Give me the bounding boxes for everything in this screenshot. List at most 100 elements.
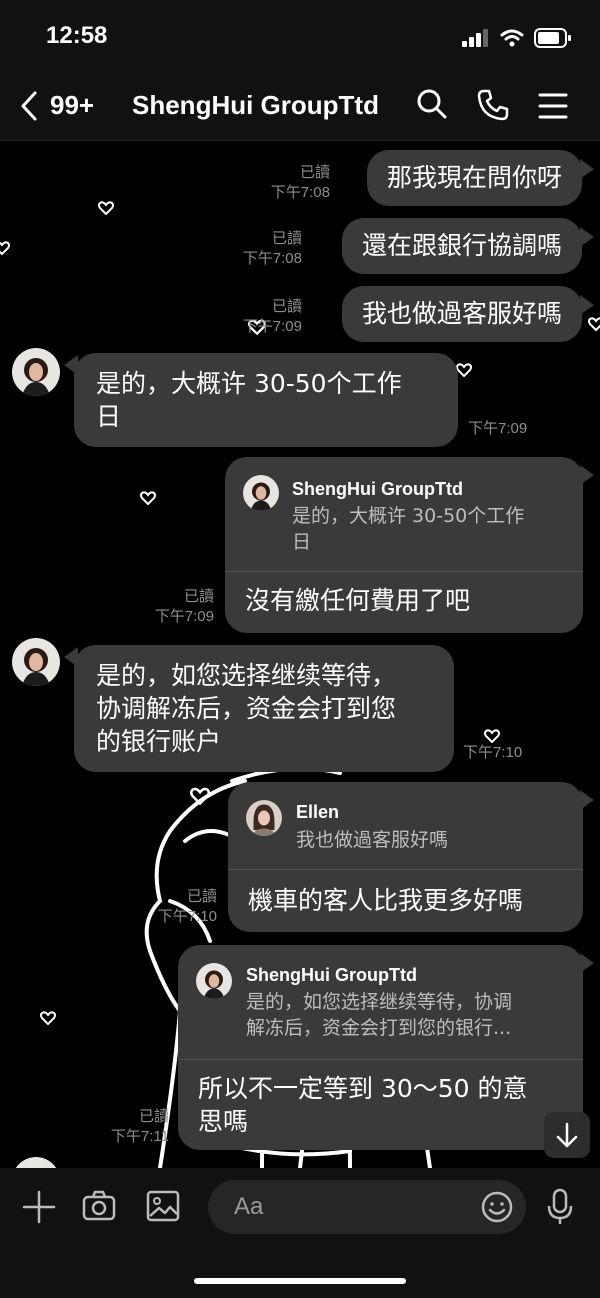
message-time: 下午7:11: [110, 1128, 169, 1145]
read-receipt: 已讀: [183, 588, 214, 605]
quoted-avatar: [196, 963, 232, 999]
message-text: 的银行账户: [96, 727, 222, 756]
reply-message-bubble[interactable]: ShengHui GroupTtd 是的，大概许 30-50个工作 日 沒有繳任…: [225, 457, 583, 633]
arrow-down-icon: [556, 1122, 578, 1148]
bubble-tail: [580, 465, 594, 485]
avatar[interactable]: [12, 638, 60, 686]
phone-icon[interactable]: [476, 88, 510, 122]
quoted-message[interactable]: ShengHui GroupTtd 是的，大概许 30-50个工作 日: [225, 457, 583, 572]
incoming-message-bubble[interactable]: 是的，大概许 30-50个工作 日: [74, 353, 458, 447]
message-meta: 已讀 下午7:08: [271, 163, 330, 203]
status-time: 12:58: [46, 22, 108, 49]
chat-title: ShengHui GroupTtd: [132, 90, 379, 120]
bubble-tail: [580, 159, 594, 179]
search-icon[interactable]: [416, 88, 448, 120]
message-time: 下午7:09: [242, 318, 302, 335]
heart-icon: [588, 317, 600, 331]
chat-area[interactable]: 已讀 下午7:08 那我現在問你呀 已讀 下午7:08 還在跟銀行協調嗎 已讀 …: [0, 141, 600, 1168]
read-receipt: 已讀: [186, 888, 217, 905]
plus-icon[interactable]: [22, 1190, 56, 1224]
read-receipt: 已讀: [271, 230, 302, 247]
message-meta: 已讀 下午7:09: [155, 587, 214, 627]
quoted-avatar: [246, 800, 282, 836]
read-receipt: 已讀: [271, 298, 302, 315]
wifi-icon: [500, 29, 524, 47]
message-time: 下午7:10: [157, 908, 217, 925]
scroll-to-bottom-button[interactable]: [544, 1112, 590, 1158]
message-text: 是的，大概许 30-50个工作: [96, 369, 402, 398]
status-icons: [462, 28, 572, 48]
home-indicator[interactable]: [194, 1278, 406, 1284]
chevron-left-icon: [21, 91, 37, 120]
bubble-tail: [580, 227, 594, 247]
message-input-field[interactable]: [208, 1180, 526, 1234]
quoted-message[interactable]: Ellen 我也做過客服好嗎: [228, 782, 583, 870]
message-meta: 已讀 下午7:08: [243, 229, 302, 269]
quoted-avatar: [243, 475, 279, 511]
message-text: 那我現在問你呀: [386, 163, 562, 192]
message-text: 日: [96, 402, 122, 431]
message-text: 协调解冻后，资金会打到您: [96, 694, 397, 723]
quoted-text: 是的，大概许 30-50个工作 日: [292, 503, 524, 555]
reply-message-bubble[interactable]: ShengHui GroupTtd 是的，如您选择继续等待，协调 解冻后，资金会…: [178, 945, 583, 1150]
message-text: 所以不一定等到 30～50 的意 思嗎: [178, 1060, 583, 1138]
heart-icon: [456, 363, 472, 377]
heart-icon: [40, 1011, 56, 1025]
reply-message-bubble[interactable]: Ellen 我也做過客服好嗎 機車的客人比我更多好嗎: [228, 782, 583, 932]
emoji-icon[interactable]: [480, 1190, 514, 1224]
message-input[interactable]: [232, 1192, 456, 1222]
heart-icon: [190, 787, 210, 805]
quoted-text: 我也做過客服好嗎: [296, 829, 449, 851]
quoted-sender-name: ShengHui GroupTtd: [292, 479, 463, 499]
message-text-line: 思嗎: [198, 1107, 249, 1136]
message-time: 下午7:09: [154, 608, 214, 625]
back-button[interactable]: 99+: [20, 90, 94, 121]
heart-icon: [98, 201, 114, 215]
status-bar: 12:58: [0, 0, 600, 70]
bubble-tail: [580, 295, 594, 315]
message-text: 我也做過客服好嗎: [361, 299, 562, 328]
person-icon: [250, 482, 272, 511]
microphone-icon[interactable]: [546, 1188, 574, 1226]
read-receipt: 已讀: [138, 1108, 169, 1125]
message-meta: 已讀 下午7:10: [158, 887, 217, 927]
bubble-tail: [580, 953, 594, 973]
outgoing-message-bubble[interactable]: 還在跟銀行協調嗎: [341, 218, 582, 274]
quoted-sender-name: Ellen: [296, 802, 340, 822]
camera-icon[interactable]: [82, 1190, 116, 1222]
message-meta: 已讀 下午7:11: [111, 1107, 169, 1147]
battery-icon: [534, 28, 571, 48]
quoted-message[interactable]: ShengHui GroupTtd 是的，如您选择继续等待，协调 解冻后，资金会…: [178, 945, 583, 1060]
message-time: 下午7:10: [463, 744, 523, 761]
image-icon[interactable]: [146, 1190, 180, 1222]
incoming-message-bubble[interactable]: 是的，如您选择继续等待， 协调解冻后，资金会打到您 的银行账户: [74, 645, 454, 772]
message-text-line: 所以不一定等到 30～50 的意: [198, 1074, 528, 1103]
message-text: 是的，如您选择继续等待，: [96, 661, 397, 690]
message-text: 還在跟銀行協調嗎: [361, 231, 562, 260]
quoted-sender-name: ShengHui GroupTtd: [246, 965, 417, 985]
chat-header: 99+ ShengHui GroupTtd: [0, 70, 600, 141]
heart-icon: [484, 729, 500, 743]
quoted-text-line: 日: [292, 531, 312, 553]
message-time: 下午7:08: [270, 184, 330, 201]
cellular-signal-icon: [462, 29, 488, 47]
message-time: 下午7:09: [468, 420, 528, 437]
unread-count: 99+: [50, 90, 95, 120]
message-text: 沒有繳任何費用了吧: [245, 586, 471, 615]
person-icon: [22, 648, 50, 686]
quoted-text-line: 是的，如您选择继续等待，协调: [246, 991, 513, 1013]
outgoing-message-bubble[interactable]: 那我現在問你呀: [366, 150, 582, 206]
heart-icon: [140, 491, 156, 505]
person-icon: [22, 358, 50, 396]
message-time: 下午7:08: [242, 250, 302, 267]
quoted-text-line: 是的，大概许 30-50个工作: [292, 505, 525, 527]
menu-icon[interactable]: [538, 92, 568, 120]
outgoing-message-bubble[interactable]: 我也做過客服好嗎: [341, 286, 582, 342]
message-meta: 已讀 下午7:09: [243, 297, 302, 337]
quoted-text: 是的，如您选择继续等待，协调 解冻后，资金会打到您的银行...: [246, 989, 512, 1041]
avatar[interactable]: [12, 348, 60, 396]
quoted-text-line: 解冻后，资金会打到您的银行...: [246, 1017, 512, 1039]
heart-icon: [0, 241, 10, 255]
person-icon: [252, 804, 276, 836]
read-receipt: 已讀: [299, 164, 330, 181]
